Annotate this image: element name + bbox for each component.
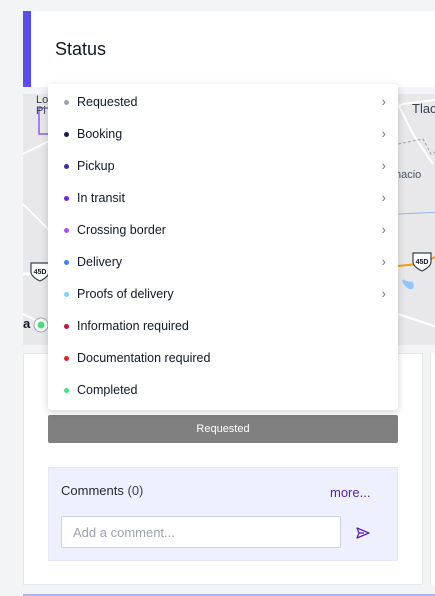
status-option-label: Pickup [77, 159, 115, 173]
status-option-label: Completed [77, 383, 138, 397]
status-option[interactable]: Completed [48, 374, 398, 406]
status-option[interactable]: In transit › [48, 182, 398, 214]
comments-section: Comments (0) more... [48, 467, 398, 561]
status-option-label: In transit [77, 191, 125, 205]
status-dot-icon [64, 291, 69, 297]
map-location-icon[interactable] [33, 317, 49, 333]
side-panel-edge [430, 353, 435, 585]
status-option[interactable]: Crossing border › [48, 214, 398, 246]
status-dot-icon [64, 99, 69, 105]
chevron-right-icon: › [381, 190, 386, 205]
status-dot-icon [64, 387, 69, 393]
status-dot-icon [64, 227, 69, 233]
chevron-right-icon: › [381, 158, 386, 173]
status-dropdown-menu: Requested › Booking › Pickup › In transit › Cros… [48, 84, 398, 410]
highway-shield-label: 45D [416, 259, 429, 266]
status-dot-icon [64, 195, 69, 201]
status-dot-icon [64, 131, 69, 137]
chevron-right-icon: › [381, 94, 386, 109]
status-option-label: Delivery [77, 255, 123, 269]
map-place-label: Tlac [412, 101, 435, 116]
comment-input[interactable] [61, 516, 341, 548]
map-place-label: nacio [395, 169, 422, 181]
status-option-label: Crossing border [77, 223, 166, 237]
chevron-right-icon: › [381, 286, 386, 301]
status-option-label: Requested [77, 95, 138, 109]
comments-more-link[interactable]: more... [330, 485, 370, 500]
status-card: Status [23, 11, 435, 87]
comments-heading: Comments (0) [61, 483, 143, 498]
status-option-label: Booking [77, 127, 123, 141]
status-dot-icon [64, 355, 69, 361]
status-dot-icon [64, 163, 69, 169]
status-option-label: Documentation required [77, 351, 211, 365]
status-dot-icon [64, 259, 69, 265]
send-icon[interactable] [356, 526, 370, 540]
page-title: Status [55, 39, 107, 59]
highway-shield-label: 45D [34, 269, 47, 276]
status-option[interactable]: Proofs of delivery › [48, 278, 398, 310]
status-option[interactable]: Delivery › [48, 246, 398, 278]
chevron-right-icon: › [381, 126, 386, 141]
comments-title: Comments [61, 483, 124, 498]
status-option[interactable]: Pickup › [48, 150, 398, 182]
status-dot-icon [64, 323, 69, 329]
status-option[interactable]: Information required [48, 310, 398, 342]
status-selector-bar[interactable]: Requested [48, 415, 398, 443]
chevron-right-icon: › [381, 222, 386, 237]
map-place-label: a [23, 316, 31, 331]
comments-count: (0) [127, 483, 144, 498]
status-option-label: Proofs of delivery [77, 287, 174, 301]
map-place-label: Pi [36, 105, 46, 117]
status-option[interactable]: Booking › [48, 118, 398, 150]
status-option-label: Information required [77, 319, 189, 333]
highway-shield-icon: 45D [412, 252, 432, 272]
chevron-right-icon: › [381, 254, 386, 269]
status-option[interactable]: Documentation required [48, 342, 398, 374]
status-option[interactable]: Requested › [48, 86, 398, 118]
